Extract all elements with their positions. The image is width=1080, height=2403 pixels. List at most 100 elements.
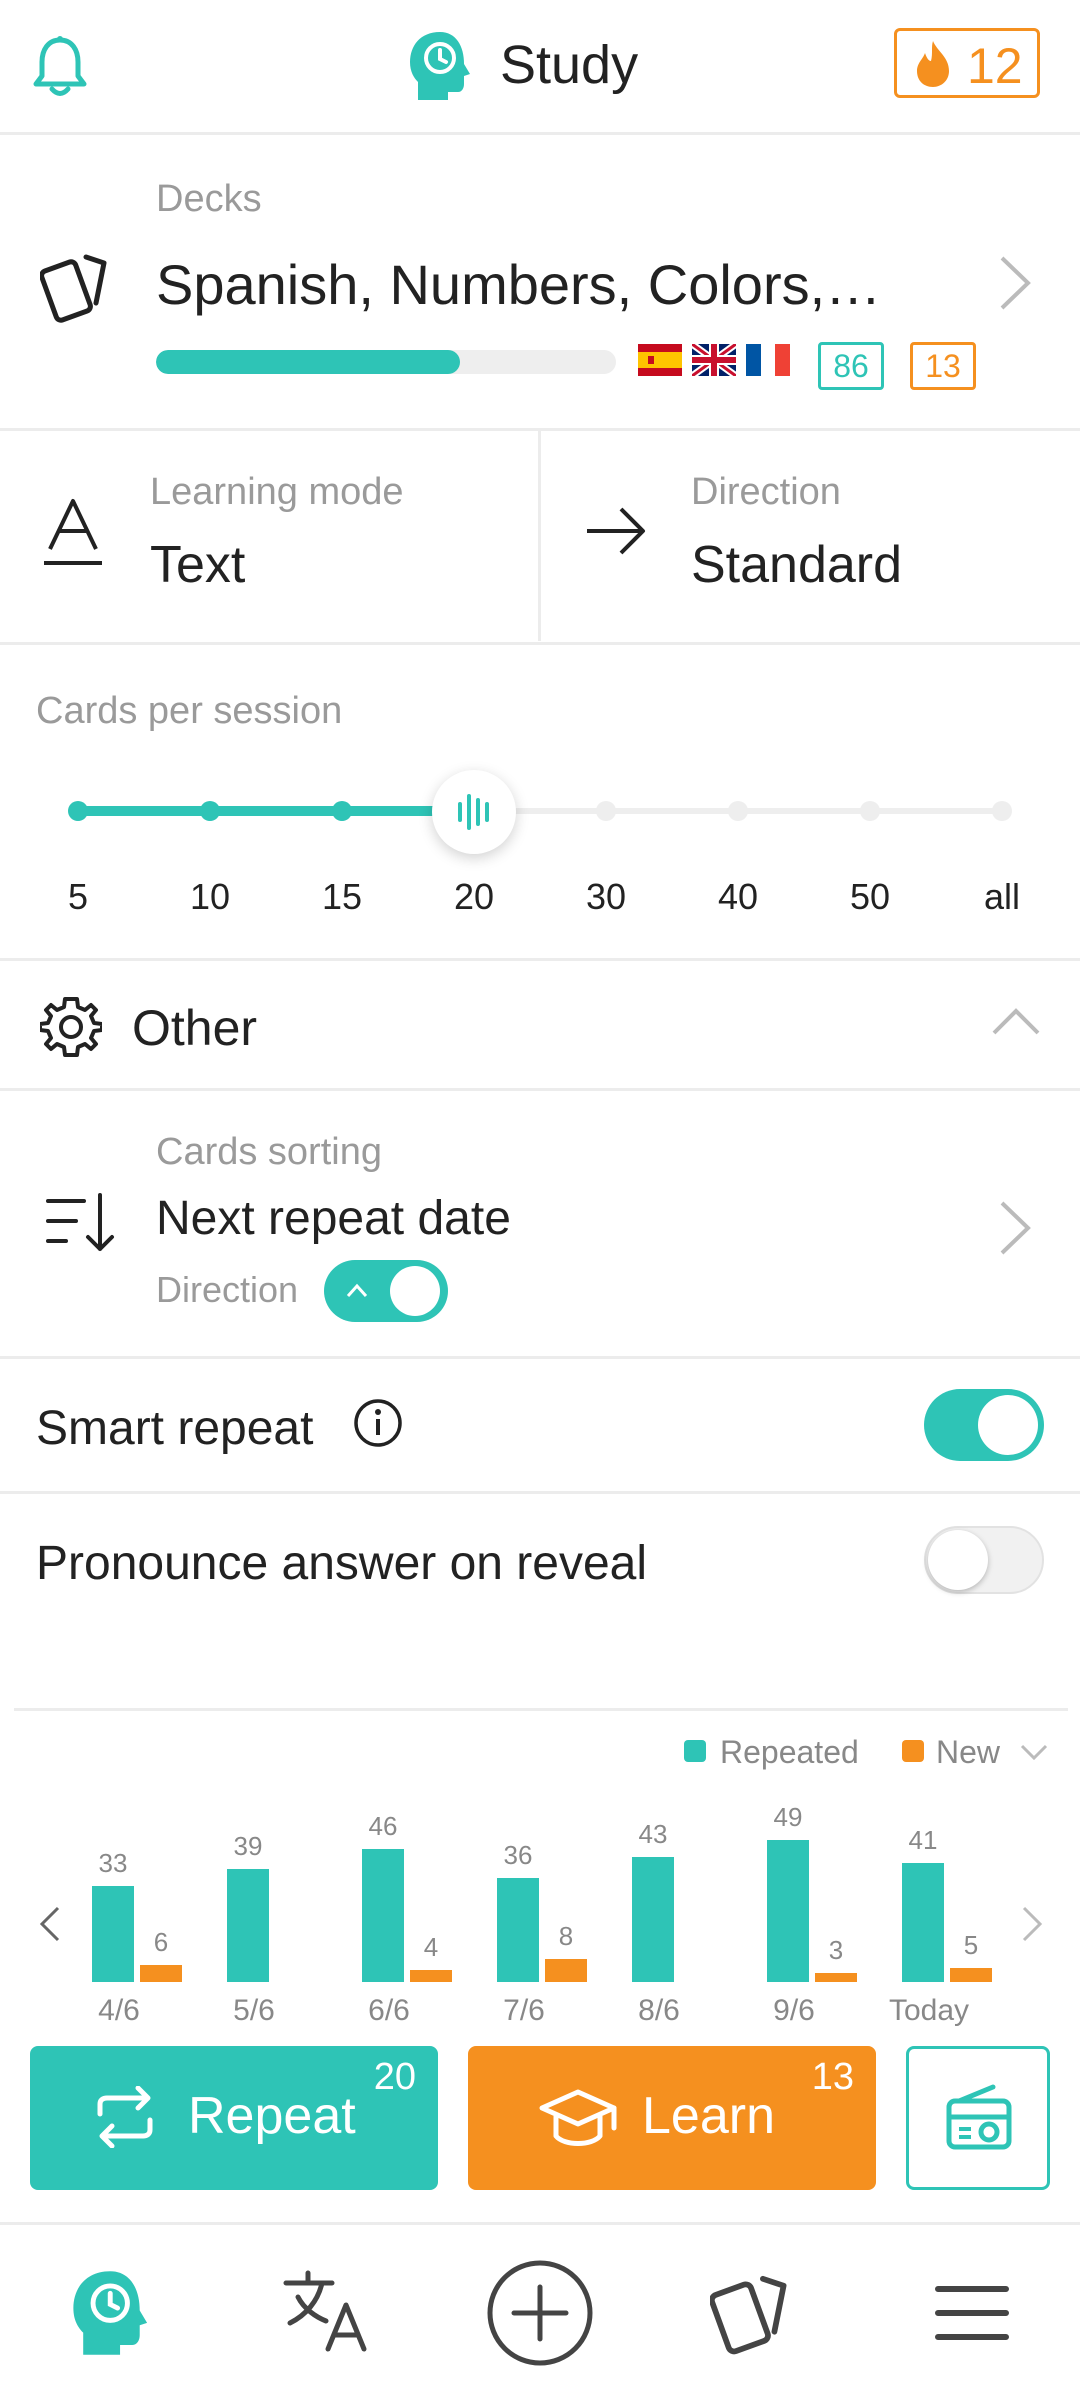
- x-axis-label: Today: [888, 1994, 970, 2027]
- deck-progress-fill: [156, 350, 460, 374]
- pronounce-toggle[interactable]: [924, 1526, 1044, 1594]
- learn-button[interactable]: Learn 13: [468, 2046, 876, 2190]
- slider-stop-label: 30: [585, 876, 627, 917]
- page-title: Study: [500, 35, 639, 95]
- slider-stop[interactable]: [200, 801, 220, 821]
- session-slider-thumb[interactable]: [432, 770, 516, 854]
- graduation-cap-icon: [539, 2089, 617, 2146]
- slider-stop[interactable]: [860, 801, 880, 821]
- pronounce-label: Pronounce answer on reveal: [36, 1537, 648, 1590]
- slider-stop[interactable]: [728, 801, 748, 821]
- slider-stop-label: 5: [67, 876, 89, 917]
- slider-stop-label: 15: [321, 876, 363, 917]
- bar-value-repeated: 43: [638, 1819, 668, 1850]
- chevron-left-icon[interactable]: [38, 1904, 62, 1944]
- legend-swatch-new: [902, 1740, 924, 1762]
- slider-stop-label: 20: [453, 876, 495, 917]
- bar-value-new: 6: [153, 1926, 169, 1957]
- nav-add[interactable]: [432, 2225, 648, 2403]
- slider-stop[interactable]: [68, 801, 88, 821]
- radio-mode-button[interactable]: [906, 2046, 1050, 2190]
- other-section-header[interactable]: Other: [0, 961, 1080, 1087]
- direction-value: Standard: [691, 536, 903, 594]
- x-axis-label: 8/6: [638, 1994, 680, 2027]
- slider-stop-label: 10: [189, 876, 231, 917]
- fire-icon: [917, 41, 949, 87]
- cards-sorting-row[interactable]: Cards sorting Next repeat date Direction: [0, 1091, 1080, 1355]
- direction-cell[interactable]: Direction Standard: [541, 431, 1080, 641]
- nav-study[interactable]: [0, 2225, 216, 2403]
- deck-name: Spanish, Numbers, Colors,…: [156, 253, 882, 316]
- repeat-count-badge: 86: [818, 342, 884, 390]
- repeat-icon: [97, 2086, 153, 2148]
- legend-repeated: Repeated: [720, 1734, 859, 1770]
- new-count-badge: 13: [910, 342, 976, 390]
- slider-stop[interactable]: [596, 801, 616, 821]
- sorting-direction-toggle[interactable]: [324, 1260, 448, 1322]
- slider-stop[interactable]: [332, 801, 352, 821]
- top-bar: Study 12: [0, 0, 1080, 132]
- chevron-right-icon: [1000, 256, 1031, 310]
- nav-translate[interactable]: [216, 2225, 432, 2403]
- info-icon[interactable]: [352, 1397, 404, 1449]
- nav-menu[interactable]: [864, 2225, 1080, 2403]
- x-axis-label: 6/6: [368, 1994, 410, 2027]
- x-axis-label: 9/6: [773, 1994, 815, 2027]
- learning-mode-value: Text: [150, 536, 246, 594]
- cards-icon: [710, 2275, 787, 2355]
- text-mode-icon: [44, 499, 102, 565]
- france-flag-icon: [746, 344, 790, 376]
- legend-swatch-repeated: [684, 1740, 706, 1762]
- notification-bell-icon[interactable]: [30, 34, 90, 98]
- x-axis-label: 4/6: [98, 1994, 140, 2027]
- learning-mode-label: Learning mode: [150, 471, 404, 513]
- bar-value-repeated: 36: [503, 1839, 533, 1870]
- direction-label: Direction: [691, 471, 841, 513]
- smart-repeat-row: Smart repeat: [0, 1359, 1080, 1491]
- learning-mode-cell[interactable]: Learning mode Text: [0, 431, 538, 641]
- bar-new: [815, 1973, 857, 1982]
- sorting-direction-label: Direction: [156, 1269, 299, 1310]
- bar-new: [545, 1958, 587, 1982]
- x-axis-label: 7/6: [503, 1994, 545, 2027]
- uk-flag-icon: [692, 344, 736, 376]
- add-icon: [487, 2260, 593, 2366]
- bar-value-new: 4: [423, 1932, 439, 1963]
- translate-icon: [283, 2270, 367, 2352]
- legend-new: New: [936, 1734, 1001, 1770]
- radio-icon: [946, 2084, 1012, 2150]
- menu-icon: [935, 2286, 1009, 2340]
- bar-new: [410, 1970, 452, 1982]
- bar-repeated: [92, 1886, 134, 1982]
- learn-count: 13: [811, 2056, 854, 2098]
- bar-repeated: [227, 1868, 269, 1982]
- arrow-right-icon: [587, 507, 645, 555]
- slider-stop-label: 40: [717, 876, 759, 917]
- nav-cards[interactable]: [648, 2225, 864, 2403]
- spain-flag-icon: [638, 344, 682, 376]
- bar-value-repeated: 33: [98, 1848, 128, 1879]
- chevron-up-icon: [992, 1008, 1040, 1035]
- repeat-label: Repeat: [188, 2087, 356, 2145]
- bar-value-new: 8: [558, 1920, 574, 1951]
- cards-sorting-label: Cards sorting: [156, 1131, 382, 1173]
- bar-value-new: 3: [828, 1935, 844, 1966]
- gear-icon: [40, 997, 102, 1057]
- pronounce-row: Pronounce answer on reveal: [0, 1494, 1080, 1624]
- streak-count: 12: [967, 38, 1023, 94]
- smart-repeat-toggle[interactable]: [924, 1389, 1044, 1461]
- slider-stop[interactable]: [992, 801, 1012, 821]
- bottom-nav: [0, 2222, 1080, 2403]
- bar-value-repeated: 46: [368, 1810, 398, 1841]
- session-slider-fill: [78, 806, 474, 816]
- streak-badge[interactable]: 12: [894, 28, 1040, 98]
- legend[interactable]: Repeated New: [680, 1730, 1060, 1780]
- bar-repeated: [362, 1848, 404, 1982]
- repeat-button[interactable]: Repeat 20: [30, 2046, 438, 2190]
- bar-value-repeated: 41: [908, 1825, 938, 1856]
- deck-progress-bar: [156, 350, 616, 374]
- chevron-up-icon: [346, 1283, 368, 1298]
- bar-repeated: [632, 1857, 674, 1982]
- study-icon: [73, 2271, 148, 2355]
- chevron-right-icon[interactable]: [1020, 1904, 1044, 1944]
